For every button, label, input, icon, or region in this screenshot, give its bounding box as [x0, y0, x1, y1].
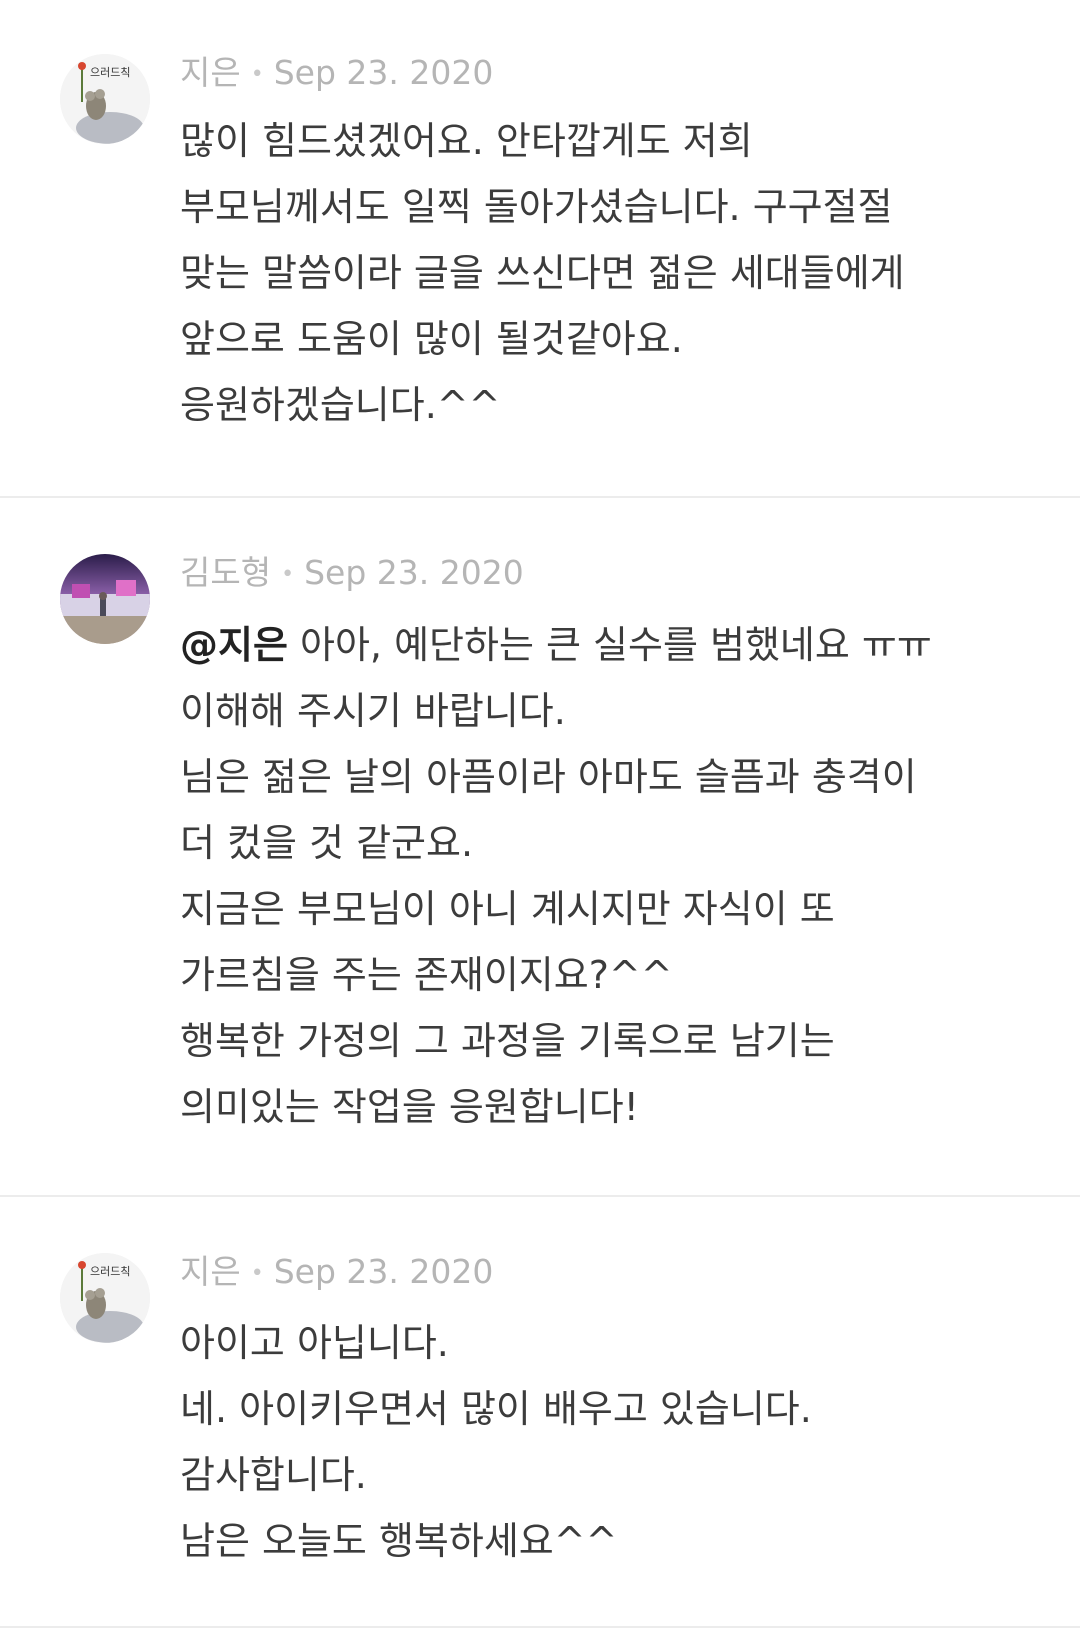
comment-line: 많이 힘드셨겠어요. 안타깝게도 저희 — [180, 119, 753, 163]
comment-line: @지은 아아, 예단하는 큰 실수를 범했네요 ㅠㅠ — [180, 612, 1040, 678]
comment-line: 응원하겠습니다.^^ — [180, 383, 501, 427]
author-avatar[interactable]: 으러드칙 — [60, 1253, 150, 1343]
mouse-flower-avatar-icon: 으러드칙 — [60, 1253, 150, 1343]
comment-line: 님은 젊은 날의 아픔이라 아마도 슬픔과 충격이 — [180, 755, 917, 799]
separator-dot: • — [281, 561, 295, 587]
comment-line: 남은 오늘도 행복하세요^^ — [180, 1519, 618, 1563]
author-avatar[interactable] — [60, 554, 150, 644]
comment-line: 더 컸을 것 같군요. — [180, 821, 474, 865]
comment-line: 이해해 주시기 바랍니다. — [180, 689, 566, 733]
comment-line: 네. 아이키우면서 많이 배우고 있습니다. — [180, 1387, 812, 1431]
comment-meta: 지은 • Sep 23. 2020 — [180, 53, 493, 95]
comment-divider — [0, 1195, 1080, 1197]
mention-link[interactable]: @지은 — [180, 623, 288, 667]
separator-dot: • — [250, 61, 264, 87]
comment-line: 부모님께서도 일찍 돌아가셨습니다. 구구절절 — [180, 185, 893, 229]
author-name[interactable]: 지은 — [180, 1252, 241, 1291]
author-avatar[interactable]: 으러드칙 — [60, 54, 150, 144]
comment-line: 행복한 가정의 그 과정을 기록으로 남기는 — [180, 1019, 835, 1063]
comment-line: 의미있는 작업을 응원합니다! — [180, 1085, 639, 1129]
author-name[interactable]: 지은 — [180, 53, 241, 92]
comment-meta: 김도형 • Sep 23. 2020 — [180, 553, 524, 595]
comment-body: 아이고 아닙니다. 네. 아이키우면서 많이 배우고 있습니다. 감사합니다. … — [180, 1310, 1040, 1574]
separator-dot: • — [250, 1260, 264, 1286]
comment-meta: 지은 • Sep 23. 2020 — [180, 1252, 493, 1294]
author-name[interactable]: 김도형 — [180, 553, 271, 592]
comment-line: 앞으로 도움이 많이 될것같아요. — [180, 317, 683, 361]
comment-date: Sep 23. 2020 — [304, 553, 524, 592]
comment-date: Sep 23. 2020 — [273, 53, 494, 92]
mouse-flower-avatar-icon: 으러드칙 — [60, 54, 150, 144]
svg-text:으러드칙: 으러드칙 — [90, 1265, 130, 1278]
comment-line: 맞는 말씀이라 글을 쓰신다면 젊은 세대들에게 — [180, 251, 905, 295]
comment-date: Sep 23. 2020 — [273, 1252, 494, 1291]
comment-body: @지은 아아, 예단하는 큰 실수를 범했네요 ㅠㅠ 이해해 주시기 바랍니다.… — [180, 612, 1040, 1140]
comment-line: 지금은 부모님이 아니 계시지만 자식이 또 — [180, 887, 835, 931]
comment-line: 감사합니다. — [180, 1453, 367, 1497]
svg-text:으러드칙: 으러드칙 — [90, 66, 130, 79]
comment-body: 많이 힘드셨겠어요. 안타깝게도 저희 부모님께서도 일찍 돌아가셨습니다. 구… — [180, 108, 1040, 438]
photo-avatar-icon — [60, 554, 150, 644]
comment-line: 아이고 아닙니다. — [180, 1321, 449, 1365]
comment-divider — [0, 1626, 1080, 1628]
comment-line: 가르침을 주는 존재이지요?^^ — [180, 953, 673, 997]
comment-text: 아아, 예단하는 큰 실수를 범했네요 ㅠㅠ — [287, 623, 932, 667]
comment-divider — [0, 496, 1080, 498]
